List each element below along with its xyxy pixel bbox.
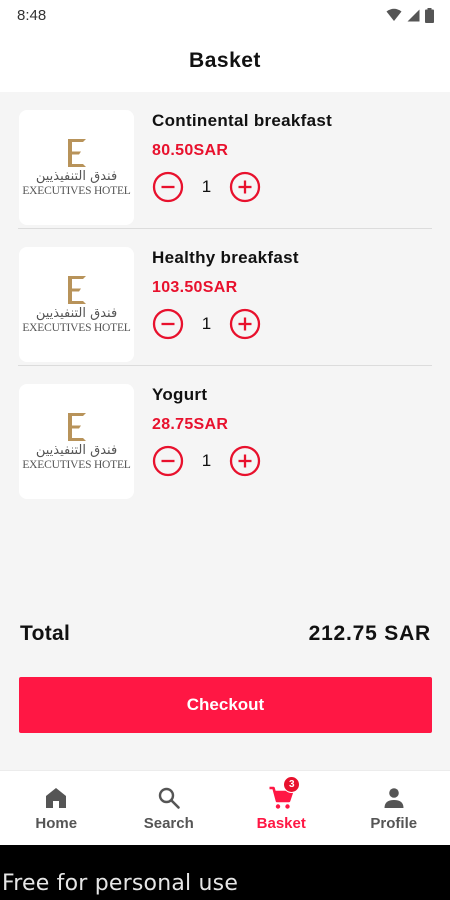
quantity-stepper: 1 (152, 171, 261, 203)
nav-item-basket[interactable]: 3 Basket (225, 771, 338, 845)
increase-quantity-button[interactable] (229, 171, 261, 203)
logo-english-text: EXECUTIVES HOTEL (22, 321, 131, 334)
basket-item: فندق التنفيذيين EXECUTIVES HOTEL Contine… (0, 92, 450, 229)
decrease-quantity-button[interactable] (152, 308, 184, 340)
nav-label: Search (143, 815, 194, 832)
quantity-stepper: 1 (152, 308, 261, 340)
decrease-quantity-button[interactable] (152, 171, 184, 203)
status-time: 8:48 (17, 6, 47, 24)
footer-bar: Free for personal use (0, 845, 450, 900)
item-price: 80.50SAR (152, 142, 229, 159)
item-name: Continental breakfast (152, 111, 333, 130)
logo-arabic-text: فندق التنفيذيين (35, 168, 118, 184)
quantity-value: 1 (201, 314, 212, 333)
logo-arabic-text: فندق التنفيذيين (35, 305, 118, 321)
item-image: فندق التنفيذيين EXECUTIVES HOTEL (19, 110, 134, 225)
signal-icon (407, 9, 420, 21)
quantity-value: 1 (201, 177, 212, 196)
search-icon (158, 787, 180, 809)
item-name: Yogurt (152, 385, 208, 404)
cart-count-badge: 3 (283, 776, 301, 793)
increase-quantity-button[interactable] (229, 445, 261, 477)
hotel-logo-icon (67, 138, 86, 167)
basket-item: فندق التنفيذيين EXECUTIVES HOTEL Healthy… (0, 229, 450, 366)
hotel-logo-icon (67, 412, 86, 441)
nav-label: Home (35, 815, 78, 832)
nav-item-search[interactable]: Search (113, 771, 226, 845)
increase-quantity-button[interactable] (229, 308, 261, 340)
battery-icon (425, 7, 434, 23)
page-title: Basket (189, 49, 261, 72)
item-price: 28.75SAR (152, 416, 229, 433)
home-icon (46, 788, 67, 808)
item-price: 103.50SAR (152, 279, 238, 296)
logo-english-text: EXECUTIVES HOTEL (22, 184, 131, 197)
hotel-logo-icon (67, 275, 86, 304)
nav-item-home[interactable]: Home (0, 771, 113, 845)
basket-list: فندق التنفيذيين EXECUTIVES HOTEL Contine… (0, 92, 450, 503)
item-image: فندق التنفيذيين EXECUTIVES HOTEL (19, 247, 134, 362)
decrease-quantity-button[interactable] (152, 445, 184, 477)
item-image: فندق التنفيذيين EXECUTIVES HOTEL (19, 384, 134, 499)
item-name: Healthy breakfast (152, 248, 299, 267)
quantity-value: 1 (201, 451, 212, 470)
status-icons (386, 7, 434, 23)
logo-english-text: EXECUTIVES HOTEL (22, 458, 131, 471)
logo-arabic-text: فندق التنفيذيين (35, 442, 118, 458)
watermark-text: Free for personal use (2, 871, 239, 896)
nav-item-profile[interactable]: Profile (338, 771, 450, 845)
checkout-button[interactable]: Checkout (19, 677, 432, 733)
nav-label: Basket (256, 815, 306, 832)
person-icon (384, 788, 404, 808)
bottom-nav: Home Search 3 Basket Profile (0, 770, 450, 845)
quantity-stepper: 1 (152, 445, 261, 477)
status-bar: 8:48 (0, 0, 450, 30)
total-value: 212.75 SAR (308, 622, 431, 645)
total-label: Total (20, 622, 71, 645)
app-header: Basket (0, 30, 450, 92)
nav-icon-wrap: 3 (268, 776, 301, 811)
wifi-icon (386, 8, 402, 21)
nav-label: Profile (370, 815, 418, 832)
total-row: Total 212.75 SAR (20, 622, 431, 646)
basket-item: فندق التنفيذيين EXECUTIVES HOTEL Yogurt … (0, 366, 450, 503)
